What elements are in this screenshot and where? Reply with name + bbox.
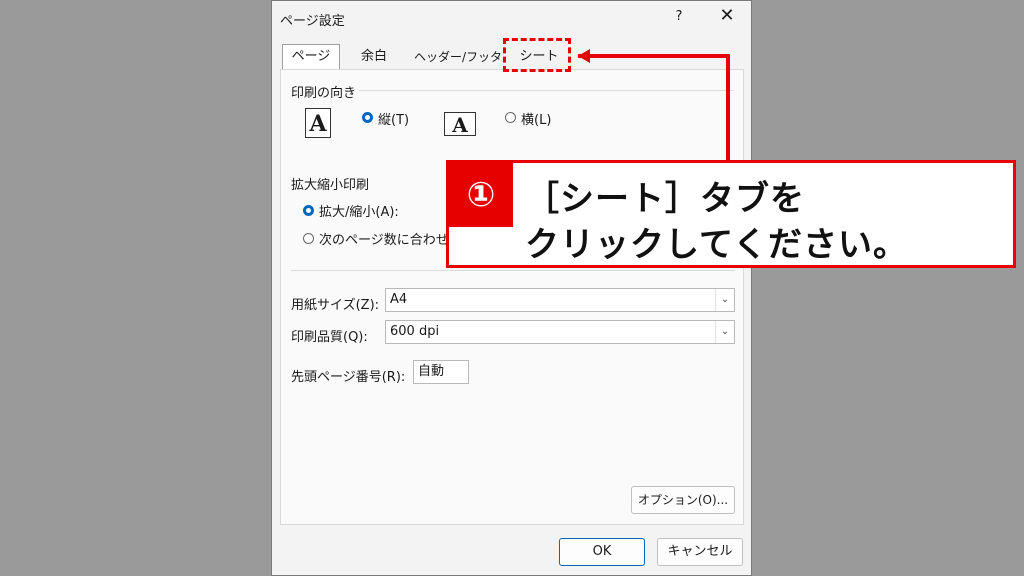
fit-radio[interactable] xyxy=(303,233,314,244)
divider xyxy=(291,270,735,271)
step-badge: ① xyxy=(449,163,513,227)
scaling-group-label: 拡大縮小印刷 xyxy=(291,178,370,193)
first-page-input[interactable]: 自動 xyxy=(413,360,469,384)
help-icon[interactable]: ? xyxy=(672,9,686,24)
paper-size-value: A4 xyxy=(390,292,408,307)
portrait-radio[interactable] xyxy=(362,112,373,123)
ok-button[interactable]: OK xyxy=(559,538,645,566)
chevron-down-icon: ⌄ xyxy=(715,321,734,343)
print-quality-value: 600 dpi xyxy=(390,324,440,339)
callout-line-2: クリックしてください。 xyxy=(525,225,908,265)
tab-header-footer[interactable]: ヘッダー/フッター xyxy=(410,45,506,88)
first-page-label: 先頭ページ番号(R): xyxy=(291,370,406,385)
landscape-icon: A xyxy=(444,112,476,137)
first-page-value: 自動 xyxy=(418,364,445,379)
options-button[interactable]: オプション(O)... xyxy=(631,486,735,514)
landscape-radio[interactable] xyxy=(505,112,516,123)
dialog-title: ページ設定 xyxy=(280,14,345,29)
landscape-label[interactable]: 横(L) xyxy=(521,109,551,128)
close-icon[interactable]: ✕ xyxy=(716,5,738,27)
portrait-label[interactable]: 縦(T) xyxy=(378,109,409,128)
arrow-head xyxy=(578,49,590,63)
paper-size-label: 用紙サイズ(Z): xyxy=(291,298,380,313)
portrait-icon: A xyxy=(305,108,331,138)
arrow-connector xyxy=(578,49,730,164)
cancel-button[interactable]: キャンセル xyxy=(657,538,743,566)
arrow-line xyxy=(578,54,730,164)
tab-page[interactable]: ページ xyxy=(282,44,340,70)
print-quality-label: 印刷品質(Q): xyxy=(291,330,368,345)
orientation-group-label: 印刷の向き xyxy=(291,86,357,101)
chevron-down-icon: ⌄ xyxy=(715,289,734,311)
tab-margins[interactable]: 余白 xyxy=(348,45,400,69)
print-quality-select[interactable]: 600 dpi ⌄ xyxy=(385,320,735,344)
instruction-callout: ① ［シート］タブを クリックしてください。 xyxy=(446,160,1016,268)
zoom-radio[interactable] xyxy=(303,205,314,216)
zoom-label[interactable]: 拡大/縮小(A): xyxy=(319,201,399,220)
callout-line-1: ［シート］タブを xyxy=(525,179,805,219)
paper-size-select[interactable]: A4 ⌄ xyxy=(385,288,735,312)
